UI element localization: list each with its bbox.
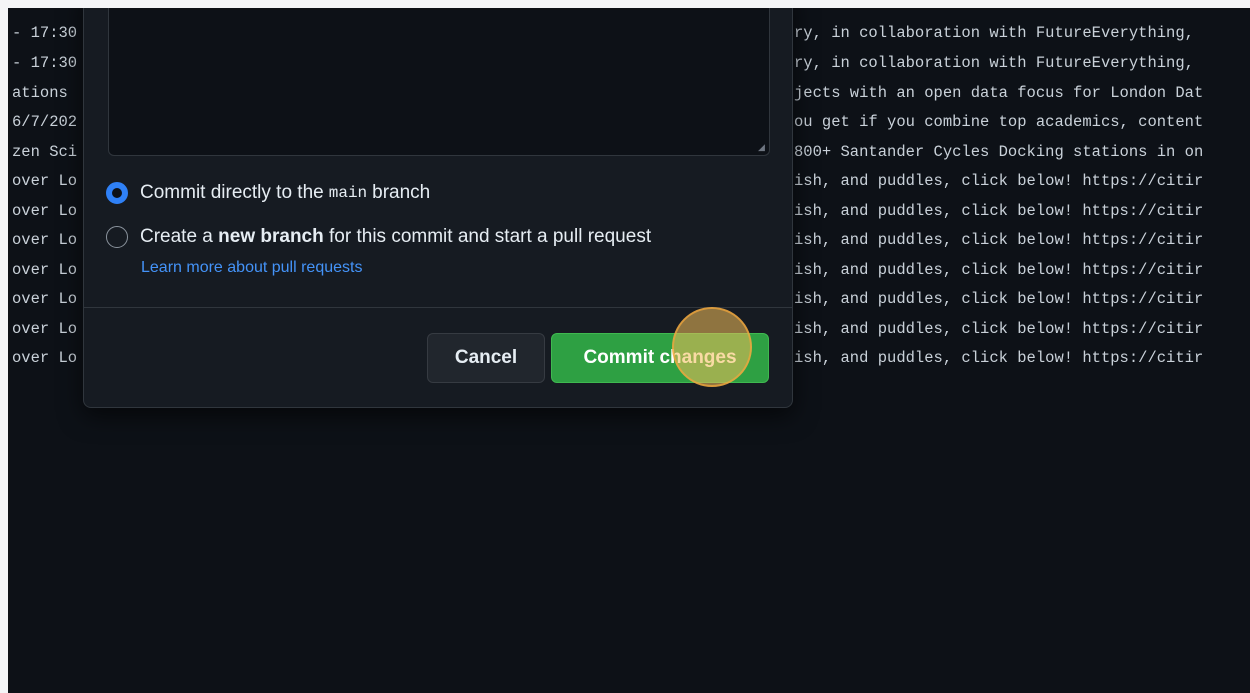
- bg-right-line-9: ish, and puddles, click below! https://c…: [794, 261, 1204, 279]
- extended-description-textarea[interactable]: ◢: [108, 8, 770, 156]
- branch-name: main: [328, 184, 368, 202]
- commit-changes-dialog: ◢ Commit directly to the main branch Cre…: [83, 8, 793, 408]
- commit-directly-text: Commit directly to the: [140, 182, 324, 203]
- bg-left-line-7: over Lo: [12, 202, 78, 220]
- bg-left-line-6: over Lo: [12, 172, 78, 190]
- bg-left-line-9: over Lo: [12, 261, 78, 279]
- bg-right-line-12: ish, and puddles, click below! https://c…: [794, 349, 1204, 367]
- bg-right-line-1: ry, in collaboration with FutureEverythi…: [794, 24, 1194, 42]
- bg-left-line-11: over Lo: [12, 320, 78, 338]
- bg-right-line-5: 800+ Santander Cycles Docking stations i…: [794, 143, 1204, 161]
- learn-more-pull-requests-link[interactable]: Learn more about pull requests: [141, 259, 362, 277]
- bg-left-line-1: - 17:30: [12, 24, 78, 42]
- commit-directly-option[interactable]: Commit directly to the main branch: [106, 182, 430, 204]
- bg-left-line-4: 6/7/202: [12, 113, 78, 131]
- screenshot-frame: - 17:30 - 17:30 ations 6/7/202 zen Sci o…: [8, 8, 1250, 693]
- create-new-branch-option[interactable]: Create a new branch for this commit and …: [106, 226, 651, 248]
- bg-right-line-6: ish, and puddles, click below! https://c…: [794, 172, 1204, 190]
- new-branch-text-prefix: Create a: [140, 226, 213, 247]
- bg-left-line-3: ations: [12, 84, 78, 102]
- bg-right-line-10: ish, and puddles, click below! https://c…: [794, 290, 1204, 308]
- bg-left-line-10: over Lo: [12, 290, 78, 308]
- bg-left-line-8: over Lo: [12, 231, 78, 249]
- bg-left-line-5: zen Sci: [12, 143, 78, 161]
- cancel-button[interactable]: Cancel: [427, 333, 545, 383]
- footer-divider: [84, 307, 792, 308]
- bg-left-line-12: over Lo: [12, 349, 78, 367]
- resize-handle-icon[interactable]: ◢: [758, 144, 766, 153]
- commit-directly-suffix: branch: [372, 182, 431, 203]
- bg-right-line-8: ish, and puddles, click below! https://c…: [794, 231, 1204, 249]
- bg-right-line-2: ry, in collaboration with FutureEverythi…: [794, 54, 1194, 72]
- bg-right-line-4: ou get if you combine top academics, con…: [794, 113, 1204, 131]
- radio-checked-icon[interactable]: [106, 182, 128, 204]
- new-branch-bold-text: new branch: [218, 226, 324, 247]
- bg-right-line-11: ish, and puddles, click below! https://c…: [794, 320, 1204, 338]
- bg-right-line-3: jects with an open data focus for London…: [794, 84, 1204, 102]
- radio-unchecked-icon[interactable]: [106, 226, 128, 248]
- bg-left-line-2: - 17:30: [12, 54, 78, 72]
- bg-right-line-7: ish, and puddles, click below! https://c…: [794, 202, 1204, 220]
- new-branch-text-suffix: for this commit and start a pull request: [329, 226, 652, 247]
- commit-changes-button[interactable]: Commit changes: [551, 333, 769, 383]
